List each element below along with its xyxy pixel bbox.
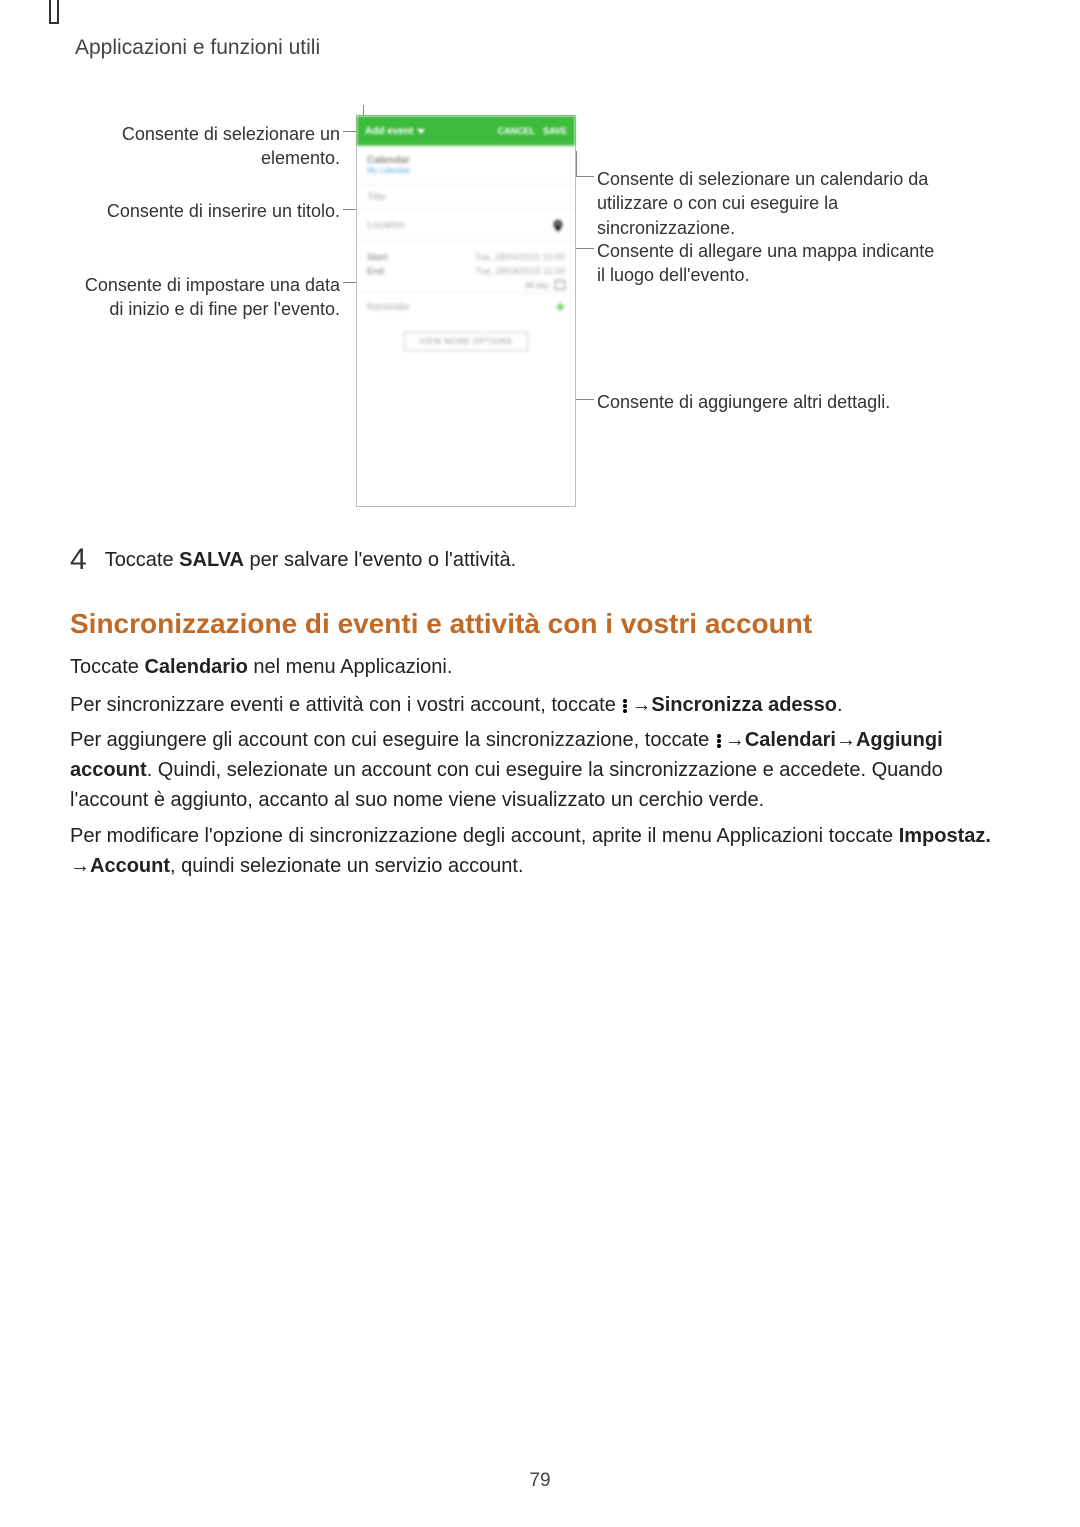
section-heading: Sincronizzazione di eventi e attività co…	[70, 608, 812, 640]
connector	[576, 248, 594, 249]
text-bold: Sincronizza adesso	[651, 694, 837, 716]
plus-icon[interactable]: +	[556, 299, 565, 317]
arrow-icon: →	[631, 690, 651, 720]
connector	[576, 176, 594, 177]
callout-dates: Consente di impostare una data di inizio…	[70, 273, 340, 322]
callout-dropdown: Consente di selezionare un elemento.	[70, 122, 340, 171]
paragraph-2: Per sincronizzare eventi e attività con …	[70, 690, 1010, 720]
phone-mock: Add event CANCEL SAVE Calendar My calend…	[356, 115, 576, 507]
text-bold: Account	[90, 855, 170, 877]
paragraph-1: Toccate Calendario nel menu Applicazioni…	[70, 652, 1010, 682]
overflow-menu-icon	[717, 733, 723, 749]
dates-section[interactable]: Start Tue, 28/04/2015 10:00 End Tue, 28/…	[357, 241, 575, 292]
page-tab-marker	[49, 0, 59, 24]
text: per salvare l'evento o l'attività.	[244, 549, 516, 571]
step-4: 4 Toccate SALVA per salvare l'evento o l…	[70, 543, 516, 577]
text: Per modificare l'opzione di sincronizzaz…	[70, 825, 899, 847]
callout-location: Consente di allegare una mappa indicante…	[597, 239, 937, 288]
start-value: Tue, 28/04/2015 10:00	[475, 252, 565, 262]
connector	[576, 399, 594, 400]
end-value: Tue, 28/04/2015 11:00	[475, 266, 565, 276]
text: .	[837, 694, 843, 716]
allday-label: All day	[525, 281, 549, 290]
map-pin-icon[interactable]	[551, 219, 565, 233]
text-bold: Calendario	[144, 656, 247, 678]
text: Toccate	[105, 549, 179, 571]
phone-topbar: Add event CANCEL SAVE	[357, 116, 575, 146]
location-field[interactable]: Location	[357, 209, 575, 241]
step-text: Toccate SALVA per salvare l'evento o l'a…	[105, 549, 517, 572]
page-header: Applicazioni e funzioni utili	[75, 36, 320, 60]
callout-calendar: Consente di selezionare un calendario da…	[597, 167, 937, 240]
figure-add-event: Consente di selezionare un elemento. Con…	[70, 115, 1010, 515]
calendar-selector[interactable]: Calendar My calendar	[357, 146, 575, 185]
arrow-icon: →	[70, 851, 90, 881]
page-number: 79	[0, 1470, 1080, 1492]
view-more-row: VIEW MORE OPTIONS	[357, 322, 575, 361]
text: Toccate	[70, 656, 144, 678]
end-label: End	[367, 266, 384, 276]
location-label: Location	[367, 220, 405, 231]
paragraph-3: Per aggiungere gli account con cui esegu…	[70, 725, 1010, 815]
text: , quindi selezionate un servizio account…	[170, 855, 524, 877]
calendar-value: My calendar	[367, 166, 565, 175]
text: Per sincronizzare eventi e attività con …	[70, 694, 621, 716]
text-bold: SALVA	[179, 549, 244, 571]
overflow-menu-icon	[623, 698, 629, 714]
add-event-dropdown[interactable]: Add event	[365, 126, 413, 137]
text: . Quindi, selezionate un account con cui…	[70, 759, 943, 811]
view-more-button[interactable]: VIEW MORE OPTIONS	[404, 332, 527, 351]
connector	[343, 282, 357, 283]
reminder-label: Reminder	[367, 302, 410, 313]
start-label: Start	[367, 252, 388, 262]
chevron-down-icon[interactable]	[417, 129, 425, 134]
step-number: 4	[70, 543, 87, 577]
title-field[interactable]: Title	[357, 185, 575, 209]
callout-viewmore: Consente di aggiungere altri dettagli.	[597, 390, 937, 414]
callout-title: Consente di inserire un titolo.	[70, 199, 340, 223]
text: nel menu Applicazioni.	[248, 656, 453, 678]
connector	[576, 151, 577, 176]
text: Per aggiungere gli account con cui esegu…	[70, 729, 715, 751]
text-bold: Calendari	[745, 729, 836, 751]
calendar-label: Calendar	[367, 155, 565, 166]
cancel-button[interactable]: CANCEL	[498, 126, 536, 136]
paragraph-4: Per modificare l'opzione di sincronizzaz…	[70, 821, 1010, 881]
save-button[interactable]: SAVE	[543, 126, 567, 136]
arrow-icon: →	[725, 725, 745, 755]
arrow-icon: →	[836, 725, 856, 755]
allday-checkbox[interactable]	[555, 280, 565, 290]
text-bold: Impostaz.	[899, 825, 991, 847]
reminder-field[interactable]: Reminder +	[357, 292, 575, 322]
